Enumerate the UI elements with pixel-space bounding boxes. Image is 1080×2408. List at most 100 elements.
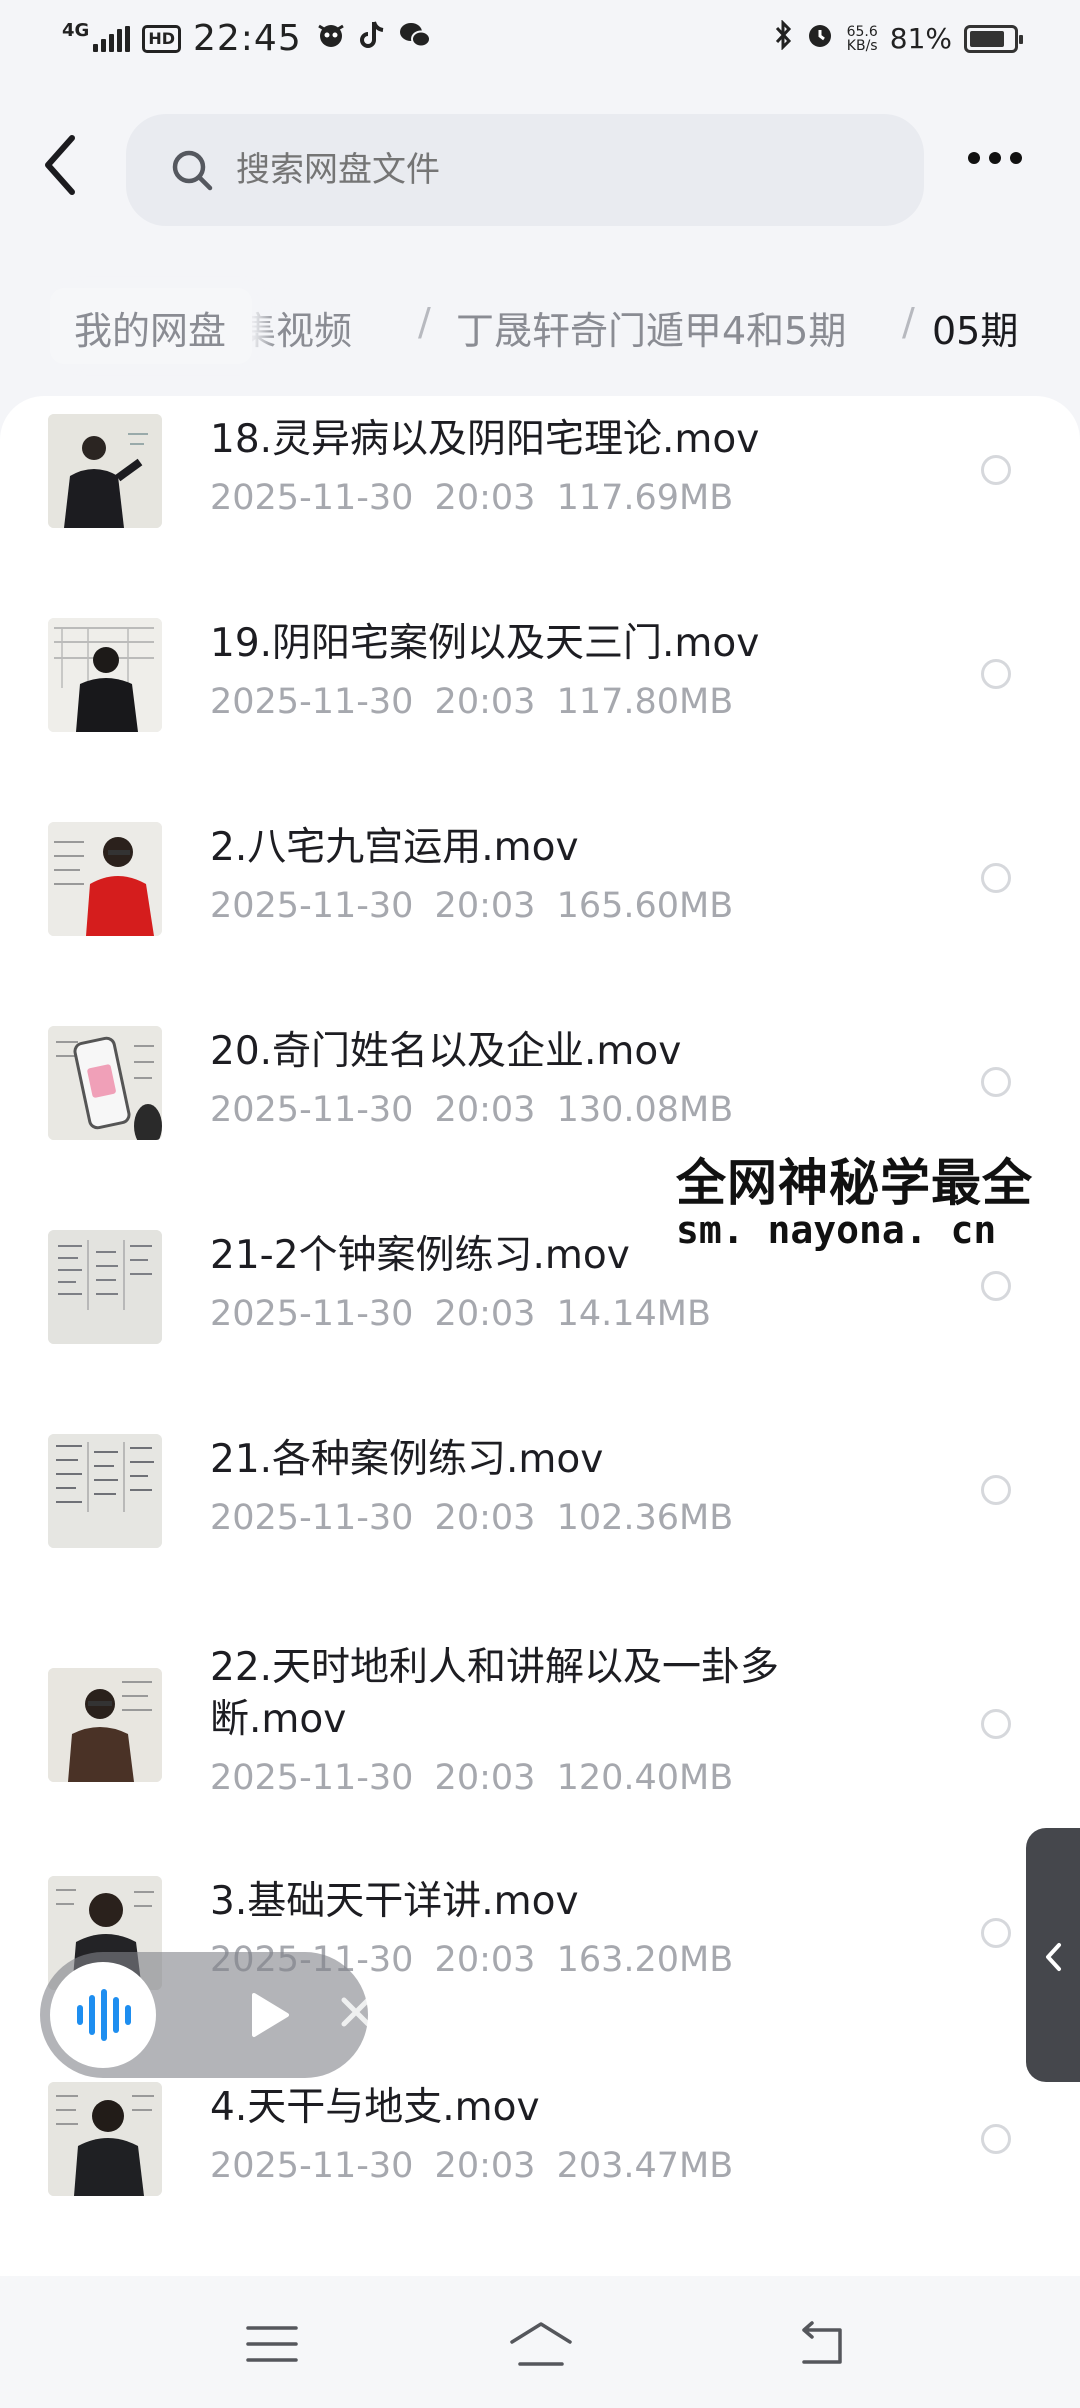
file-name: 4.天干与地支.mov — [210, 2085, 540, 2130]
select-radio[interactable] — [981, 659, 1011, 689]
status-right: 65.6 KB/s 81% — [773, 19, 1023, 57]
select-radio[interactable] — [981, 1709, 1011, 1739]
audio-wave-button[interactable] — [50, 1962, 156, 2068]
file-time: 20:03 — [434, 682, 536, 722]
file-time: 20:03 — [434, 1758, 536, 1798]
video-thumbnail — [48, 1026, 162, 1140]
alarm-icon — [805, 20, 835, 57]
file-meta: 2025-11-30 20:03 14.14MB — [210, 1294, 711, 1334]
file-size: 117.69MB — [556, 478, 734, 518]
search-bar[interactable] — [126, 114, 924, 226]
play-button[interactable] — [250, 1992, 290, 2038]
file-time: 20:03 — [434, 1498, 536, 1538]
bluetooth-icon — [773, 19, 793, 57]
file-time: 20:03 — [434, 478, 536, 518]
file-size: 165.60MB — [556, 886, 734, 926]
video-thumbnail — [48, 414, 162, 528]
battery-icon — [964, 24, 1023, 53]
back-button[interactable] — [40, 130, 100, 210]
file-meta: 2025-11-30 20:03 203.47MB — [210, 2146, 733, 2186]
battery-level — [970, 30, 1004, 47]
file-date: 2025-11-30 — [210, 478, 414, 518]
file-name: 22.天时地利人和讲解以及一卦多断.mov — [210, 1645, 780, 1742]
file-size: 117.80MB — [556, 682, 734, 722]
clock: 22:45 — [192, 18, 302, 59]
file-size: 130.08MB — [556, 1090, 734, 1130]
file-size: 102.36MB — [556, 1498, 734, 1538]
watermark-line-1: 全网神秘学最全 — [676, 1154, 1033, 1212]
network-speed: 65.6 KB/s — [847, 25, 878, 53]
file-meta: 2025-11-30 20:03 130.08MB — [210, 1090, 733, 1130]
menu-icon — [246, 2326, 298, 2362]
video-thumbnail — [48, 1434, 162, 1548]
file-name: 3.基础天干详讲.mov — [210, 1879, 579, 1924]
watermark-line-2: sm. nayona. cn — [676, 1208, 997, 1252]
system-nav-bar — [0, 2276, 1080, 2408]
return-icon — [802, 2321, 842, 2364]
wechat-icon — [398, 20, 432, 57]
select-radio[interactable] — [981, 1475, 1011, 1505]
status-left: 4G HD 22:45 — [62, 18, 432, 59]
file-date: 2025-11-30 — [210, 2146, 414, 2186]
more-button[interactable] — [968, 152, 1022, 164]
breadcrumb-folder[interactable]: 丁晟轩奇门遁甲4和5期 — [456, 300, 846, 355]
video-thumbnail — [48, 618, 162, 732]
close-player-button[interactable] — [336, 1992, 376, 2032]
video-thumbnail — [48, 1668, 162, 1782]
network-type: 4G — [62, 19, 90, 41]
select-radio[interactable] — [981, 863, 1011, 893]
breadcrumb-hidden-folder[interactable]: 集视频 — [238, 300, 352, 355]
select-radio[interactable] — [981, 1067, 1011, 1097]
tiktok-icon — [359, 20, 386, 57]
file-time: 20:03 — [434, 886, 536, 926]
file-meta: 2025-11-30 20:03 102.36MB — [210, 1498, 733, 1538]
chevron-left-icon — [45, 135, 75, 195]
nav-menu-button[interactable] — [242, 2318, 302, 2370]
file-size: 163.20MB — [556, 1940, 734, 1980]
file-size: 120.40MB — [556, 1758, 734, 1798]
video-thumbnail — [48, 822, 162, 936]
nav-back-button[interactable] — [792, 2318, 852, 2370]
file-meta: 2025-11-30 20:03 120.40MB — [210, 1758, 733, 1798]
app-notification-icon — [314, 20, 348, 57]
breadcrumb: 集视频 我的网盘 / 丁晟轩奇门遁甲4和5期 / 05期 — [0, 288, 1080, 368]
speed-value: 65.6 — [846, 23, 878, 40]
file-time: 20:03 — [434, 1940, 536, 1980]
file-date: 2025-11-30 — [210, 682, 414, 722]
breadcrumb-home[interactable]: 我的网盘 — [50, 288, 253, 364]
more-horizontal-icon — [968, 152, 1022, 164]
search-icon — [172, 150, 213, 191]
file-name: 20.奇门姓名以及企业.mov — [210, 1029, 682, 1074]
close-icon — [341, 1997, 371, 2027]
file-size: 203.47MB — [556, 2146, 734, 2186]
file-time: 20:03 — [434, 1294, 536, 1334]
file-name: 2.八宅九宫运用.mov — [210, 825, 579, 870]
file-date: 2025-11-30 — [210, 1758, 414, 1798]
select-radio[interactable] — [981, 1271, 1011, 1301]
file-meta: 2025-11-30 20:03 165.60MB — [210, 886, 733, 926]
nav-home-button[interactable] — [506, 2318, 576, 2370]
file-browser-screen: 4G HD 22:45 65.6 KB/s 81% 搜索网盘文件 集视频 我的网… — [0, 0, 1080, 2408]
select-radio[interactable] — [981, 1918, 1011, 1948]
search-input[interactable] — [236, 150, 836, 190]
file-name: 19.阴阳宅案例以及天三门.mov — [210, 621, 760, 666]
file-time: 20:03 — [434, 1090, 536, 1130]
speed-unit: KB/s — [846, 37, 878, 54]
select-radio[interactable] — [981, 2124, 1011, 2154]
file-name: 21.各种案例练习.mov — [210, 1437, 604, 1482]
video-thumbnail — [48, 2082, 162, 2196]
battery-percent: 81% — [889, 22, 952, 55]
file-meta: 2025-11-30 20:03 117.80MB — [210, 682, 733, 722]
floating-player[interactable] — [40, 1952, 371, 2078]
audio-wave-icon — [77, 1989, 131, 2041]
select-radio[interactable] — [981, 455, 1011, 485]
home-icon — [510, 2322, 572, 2366]
chevron-left-icon — [1046, 1943, 1061, 1971]
signal-icon — [93, 25, 131, 52]
play-icon — [252, 1993, 289, 2037]
breadcrumb-separator: / — [418, 300, 431, 344]
video-thumbnail — [48, 1230, 162, 1344]
breadcrumb-current: 05期 — [932, 309, 1019, 353]
side-panel-tab[interactable] — [1026, 1828, 1080, 2082]
file-date: 2025-11-30 — [210, 1294, 414, 1334]
